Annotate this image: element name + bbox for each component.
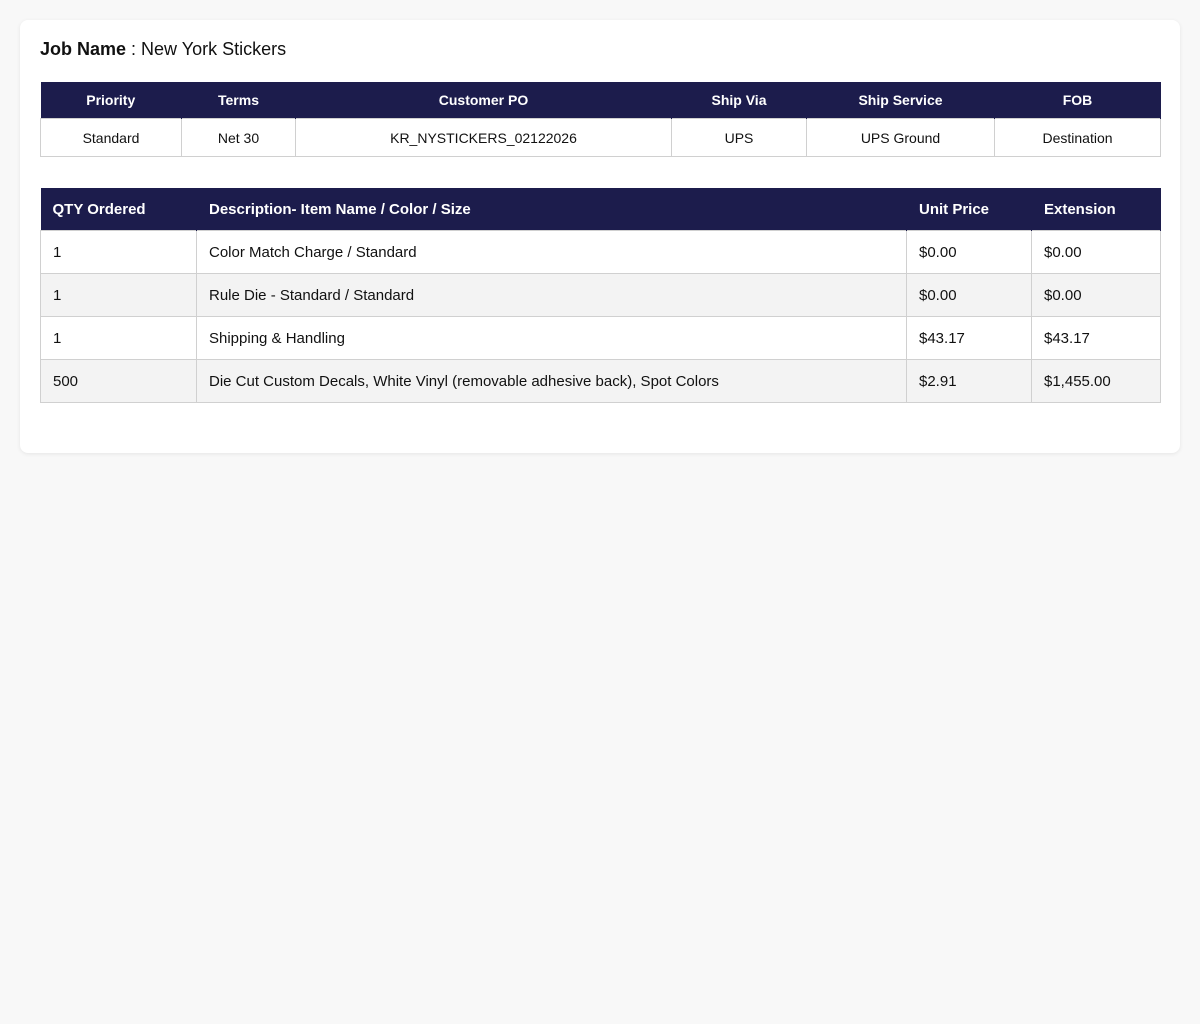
order-card: Job Name : New York Stickers Priority Te… — [20, 20, 1180, 453]
cell-extension: $0.00 — [1031, 230, 1161, 274]
header-terms: Terms — [181, 82, 296, 119]
cell-qty: 500 — [40, 359, 197, 403]
cell-description: Color Match Charge / Standard — [196, 230, 907, 274]
table-row: 1 Rule Die - Standard / Standard $0.00 $… — [40, 273, 1161, 317]
value-terms: Net 30 — [181, 118, 296, 157]
header-ship-service: Ship Service — [806, 82, 995, 119]
cell-extension: $1,455.00 — [1031, 359, 1161, 403]
value-ship-via: UPS — [671, 118, 807, 157]
job-name-label: Job Name — [40, 39, 127, 59]
order-info-value-row: Standard Net 30 KR_NYSTICKERS_02122026 U… — [40, 118, 1161, 157]
value-ship-service: UPS Ground — [806, 118, 995, 157]
header-priority: Priority — [40, 82, 182, 119]
cell-extension: $0.00 — [1031, 273, 1161, 317]
table-row: 1 Color Match Charge / Standard $0.00 $0… — [40, 230, 1161, 274]
cell-description: Die Cut Custom Decals, White Vinyl (remo… — [196, 359, 907, 403]
cell-qty: 1 — [40, 316, 197, 360]
value-customer-po: KR_NYSTICKERS_02122026 — [295, 118, 672, 157]
cell-unit-price: $0.00 — [906, 273, 1032, 317]
table-row: 1 Shipping & Handling $43.17 $43.17 — [40, 316, 1161, 360]
cell-unit-price: $2.91 — [906, 359, 1032, 403]
header-unit-price: Unit Price — [906, 188, 1032, 231]
header-customer-po: Customer PO — [295, 82, 672, 119]
table-row: 500 Die Cut Custom Decals, White Vinyl (… — [40, 359, 1161, 403]
value-priority: Standard — [40, 118, 182, 157]
cell-unit-price: $43.17 — [906, 316, 1032, 360]
job-name-separator: : — [126, 39, 142, 59]
job-name-value: New York Stickers — [141, 39, 287, 59]
cell-extension: $43.17 — [1031, 316, 1161, 360]
job-name-line: Job Name : New York Stickers — [40, 38, 286, 60]
order-info-header-row: Priority Terms Customer PO Ship Via Ship… — [40, 82, 1161, 119]
line-items-header-row: QTY Ordered Description- Item Name / Col… — [40, 188, 1161, 231]
header-extension: Extension — [1031, 188, 1161, 231]
cell-qty: 1 — [40, 230, 197, 274]
cell-qty: 1 — [40, 273, 197, 317]
header-fob: FOB — [994, 82, 1161, 119]
cell-unit-price: $0.00 — [906, 230, 1032, 274]
header-ship-via: Ship Via — [671, 82, 807, 119]
cell-description: Rule Die - Standard / Standard — [196, 273, 907, 317]
line-items-table: QTY Ordered Description- Item Name / Col… — [40, 188, 1161, 403]
header-description: Description- Item Name / Color / Size — [196, 188, 907, 231]
header-qty-ordered: QTY Ordered — [40, 188, 197, 231]
value-fob: Destination — [994, 118, 1161, 157]
order-info-table: Priority Terms Customer PO Ship Via Ship… — [40, 82, 1161, 157]
cell-description: Shipping & Handling — [196, 316, 907, 360]
